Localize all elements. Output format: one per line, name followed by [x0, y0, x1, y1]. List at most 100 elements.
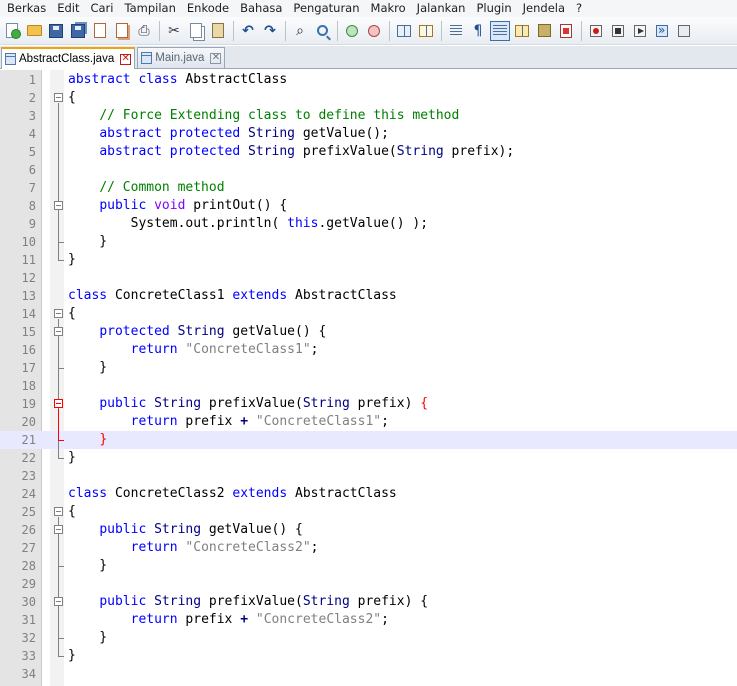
code-line[interactable]: 15 protected String getValue() { [0, 323, 737, 341]
menu-jendela[interactable]: Jendela [518, 0, 571, 17]
zoom-in-icon[interactable] [342, 21, 362, 41]
close-icon[interactable] [90, 21, 110, 41]
indent-guide-icon[interactable]: ¶ [468, 21, 488, 41]
code-line[interactable]: 14 { [0, 305, 737, 323]
code-text[interactable]: } [68, 449, 76, 467]
tab-abstractclass-java[interactable]: AbstractClass.java ✕ [1, 47, 136, 69]
fold-toggle-icon[interactable] [54, 309, 63, 318]
cut-icon[interactable]: ✂ [164, 21, 184, 41]
code-text[interactable]: return prefix + "ConcreteClass1"; [68, 413, 389, 431]
macro-play-icon[interactable] [630, 21, 650, 41]
code-line[interactable]: 5 abstract protected String prefixValue(… [0, 143, 737, 161]
close-tab-icon[interactable]: ✕ [210, 52, 222, 64]
code-line[interactable]: 2{ [0, 89, 737, 107]
menu-bahasa[interactable]: Bahasa [235, 0, 288, 17]
code-text[interactable]: protected String getValue() { [68, 323, 326, 341]
code-line[interactable]: 6 [0, 161, 737, 179]
code-line[interactable]: 16 return "ConcreteClass1"; [0, 341, 737, 359]
code-line[interactable]: 20 return prefix + "ConcreteClass1"; [0, 413, 737, 431]
macro-stop-icon[interactable] [608, 21, 628, 41]
macro-run-multiple-icon[interactable] [652, 21, 672, 41]
code-line[interactable]: 19 public String prefixValue(String pref… [0, 395, 737, 413]
code-line[interactable]: 13 class ConcreteClass1 extends AbstractC… [0, 287, 737, 305]
menu-berkas[interactable]: Berkas [2, 0, 52, 17]
code-line[interactable]: 34 [0, 665, 737, 683]
code-text[interactable]: // Force Extending class to define this … [68, 107, 459, 125]
code-line[interactable]: 31 return prefix + "ConcreteClass2"; [0, 611, 737, 629]
document-map-icon[interactable] [512, 21, 532, 41]
macro-save-icon[interactable] [674, 21, 694, 41]
code-text[interactable]: return prefix + "ConcreteClass2"; [68, 611, 389, 629]
undo-icon[interactable]: ↶ [238, 21, 258, 41]
code-line[interactable]: 12 [0, 269, 737, 287]
paste-icon[interactable] [208, 21, 228, 41]
code-text[interactable]: { [68, 89, 76, 107]
code-editor[interactable]: 1 abstract class AbstractClass 2{3 // Forc… [0, 70, 737, 686]
code-text[interactable]: public void printOut() { [68, 197, 287, 215]
menu-pengaturan[interactable]: Pengaturan [288, 0, 365, 17]
code-text[interactable]: abstract protected String getValue(); [68, 125, 389, 143]
code-text[interactable]: public String prefixValue(String prefix)… [68, 593, 428, 611]
zoom-out-icon[interactable] [364, 21, 384, 41]
code-line[interactable]: 33} [0, 647, 737, 665]
fold-toggle-icon[interactable] [54, 597, 63, 606]
menu-enkode[interactable]: Enkode [182, 0, 235, 17]
fold-toggle-icon[interactable] [54, 93, 63, 102]
close-all-icon[interactable] [112, 21, 132, 41]
code-text[interactable]: } [68, 359, 107, 377]
word-wrap-icon[interactable] [416, 21, 436, 41]
menu-help[interactable]: ? [571, 0, 588, 17]
menu-makro[interactable]: Makro [366, 0, 412, 17]
print-icon[interactable]: ⎙ [134, 21, 154, 41]
code-line[interactable]: 25 { [0, 503, 737, 521]
redo-icon[interactable]: ↷ [260, 21, 280, 41]
code-text[interactable]: } [68, 557, 107, 575]
code-text[interactable]: public String prefixValue(String prefix)… [68, 395, 428, 413]
close-tab-icon[interactable]: ✕ [120, 53, 132, 65]
code-line[interactable]: 22} [0, 449, 737, 467]
code-line[interactable]: 1 abstract class AbstractClass [0, 71, 737, 89]
code-line[interactable]: 24 class ConcreteClass2 extends AbstractC… [0, 485, 737, 503]
menu-cari[interactable]: Cari [85, 0, 119, 17]
menu-tampilan[interactable]: Tampilan [119, 0, 181, 17]
code-text[interactable]: } [68, 629, 107, 647]
code-text[interactable]: } [68, 431, 107, 449]
macro-record-icon[interactable] [586, 21, 606, 41]
save-all-icon[interactable] [68, 21, 88, 41]
user-language-icon[interactable] [490, 20, 510, 41]
code-line[interactable]: 18 [0, 377, 737, 395]
code-line[interactable]: 23 [0, 467, 737, 485]
code-line[interactable]: 3 // Force Extending class to define thi… [0, 107, 737, 125]
function-list-icon[interactable] [534, 21, 554, 41]
code-text[interactable]: public String getValue() { [68, 521, 303, 539]
code-line[interactable]: 21 } [0, 431, 737, 449]
code-line[interactable]: 29 [0, 575, 737, 593]
copy-icon[interactable] [186, 21, 206, 41]
code-line[interactable]: 17 } [0, 359, 737, 377]
open-folder-icon[interactable] [24, 21, 44, 41]
code-line[interactable]: 4 abstract protected String getValue(); [0, 125, 737, 143]
replace-icon[interactable] [312, 21, 332, 41]
find-icon[interactable]: ⌕ [290, 21, 310, 41]
save-icon[interactable] [46, 21, 66, 41]
code-line[interactable]: 10 } [0, 233, 737, 251]
sync-scroll-icon[interactable] [394, 21, 414, 41]
code-line[interactable]: 8 public void printOut() { [0, 197, 737, 215]
fold-toggle-icon[interactable] [54, 201, 63, 210]
code-line[interactable]: 27 return "ConcreteClass2"; [0, 539, 737, 557]
code-line[interactable]: 7 // Common method [0, 179, 737, 197]
code-text[interactable]: return "ConcreteClass1"; [68, 341, 319, 359]
show-all-chars-icon[interactable] [446, 21, 466, 41]
code-text[interactable]: } [68, 251, 76, 269]
code-line[interactable]: 11} [0, 251, 737, 269]
fold-toggle-icon[interactable] [54, 399, 63, 408]
code-text[interactable]: class ConcreteClass2 extends AbstractCla… [68, 485, 397, 503]
pdf-icon[interactable] [556, 21, 576, 41]
fold-toggle-icon[interactable] [54, 525, 63, 534]
menu-edit[interactable]: Edit [52, 0, 85, 17]
menu-jalankan[interactable]: Jalankan [412, 0, 472, 17]
code-text[interactable]: class ConcreteClass1 extends AbstractCla… [68, 287, 397, 305]
code-line[interactable]: 9 System.out.println( this.getValue() ); [0, 215, 737, 233]
code-text[interactable]: abstract class AbstractClass [68, 71, 287, 89]
code-line[interactable]: 30 public String prefixValue(String pref… [0, 593, 737, 611]
